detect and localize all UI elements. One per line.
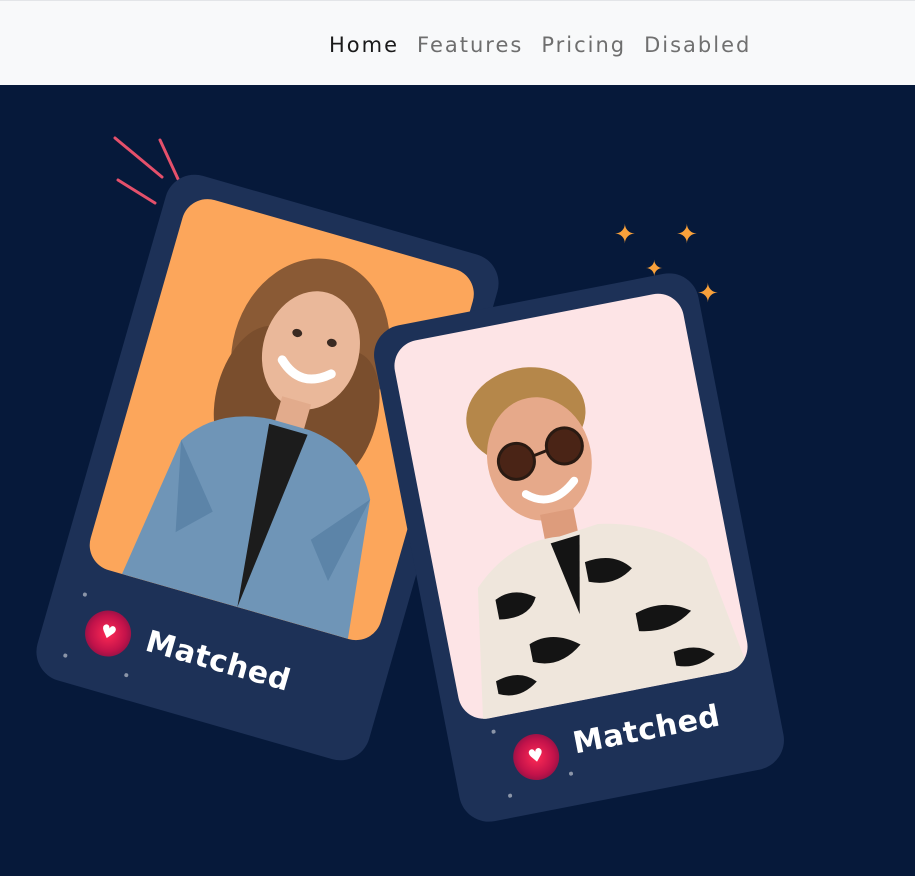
profile-photo — [389, 289, 753, 724]
decor-dot — [82, 592, 88, 598]
nav-list: Home Features Pricing Disabled — [320, 29, 760, 61]
heart-icon: ♥ — [97, 620, 119, 645]
decor-dot — [62, 653, 68, 659]
matched-label: Matched — [570, 698, 723, 762]
heart-icon: ♥ — [526, 744, 546, 769]
nav-link-pricing[interactable]: Pricing — [532, 33, 635, 57]
match-card[interactable]: ♥ Matched — [368, 268, 790, 827]
heart-badge: ♥ — [79, 605, 137, 662]
nav-link-home[interactable]: Home — [320, 33, 408, 57]
heart-badge: ♥ — [509, 730, 564, 784]
decor-dot — [507, 793, 513, 799]
nav-item-disabled: Disabled — [635, 29, 760, 61]
decor-dot — [491, 729, 496, 735]
matched-label: Matched — [141, 624, 295, 699]
top-navbar: Home Features Pricing Disabled — [0, 0, 915, 85]
man-portrait-image — [466, 367, 749, 720]
nav-item-home: Home — [320, 29, 408, 61]
nav-item-pricing: Pricing — [532, 29, 635, 61]
hero-section: ✦ ✦ ✦ ✦ ♥ Matched ♥ Matched — [0, 85, 915, 876]
sparkle-icon: ✦ — [676, 220, 698, 250]
decor-dot — [123, 672, 129, 678]
sparkle-icon: ✦ — [614, 220, 636, 250]
nav-link-features[interactable]: Features — [408, 33, 532, 57]
nav-item-features: Features — [408, 29, 532, 61]
decor-dot — [568, 771, 574, 777]
nav-link-disabled: Disabled — [644, 33, 752, 57]
sparkle-icon: ✦ — [697, 279, 719, 309]
